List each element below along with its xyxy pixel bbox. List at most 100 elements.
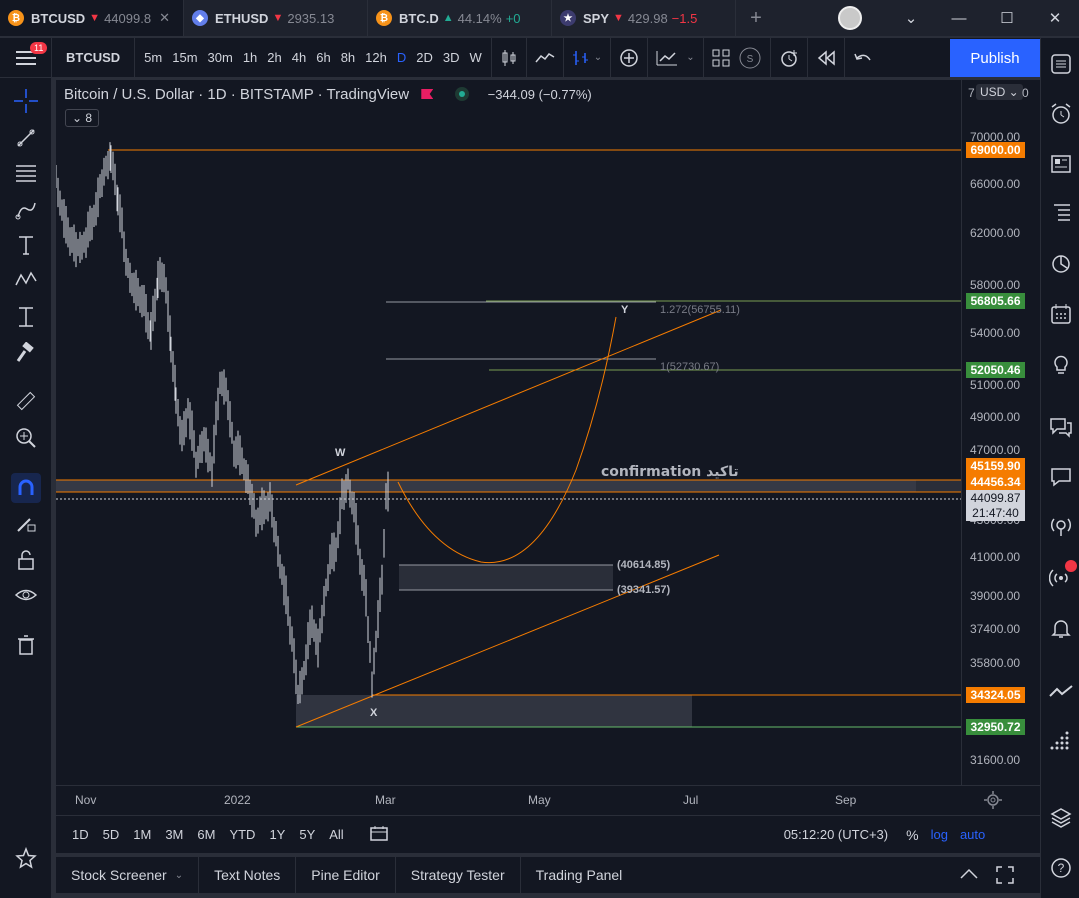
main-menu-button[interactable]: 11 (0, 37, 52, 78)
new-tab-plus-icon[interactable]: + (736, 7, 776, 30)
notifications-bell-icon[interactable] (1047, 614, 1075, 642)
interval-6h[interactable]: 6h (311, 50, 335, 65)
tab-pine-editor[interactable]: Pine Editor (296, 857, 396, 893)
hammer-icon[interactable] (11, 338, 41, 368)
symbol-search-button[interactable]: BTCUSD (52, 37, 136, 78)
percent-toggle[interactable]: % (906, 827, 918, 843)
range-1m[interactable]: 1M (133, 827, 151, 842)
crosshair-icon[interactable] (11, 86, 41, 116)
lock-draw-icon[interactable] (11, 508, 41, 538)
layout-grid-icon[interactable]: S (704, 37, 771, 78)
avatar[interactable] (838, 6, 862, 30)
tab-btcusd[interactable]: ₿ BTCUSD ▼ 44099.8 ✕ (0, 0, 184, 36)
market-trend-icon[interactable] (1047, 678, 1075, 706)
magnet-icon[interactable] (11, 473, 41, 503)
tab-ethusd[interactable]: ◆ ETHUSD ▼ 2935.13 (184, 0, 368, 36)
tab-spy[interactable]: ★ SPY ▼ 429.98 −1.5 (552, 0, 736, 36)
trash-icon[interactable] (11, 630, 41, 660)
replay-icon[interactable] (808, 37, 845, 78)
close-window-icon[interactable]: ✕ (1031, 9, 1079, 27)
maximize-icon[interactable]: ☐ (983, 9, 1031, 27)
range-5y[interactable]: 5Y (299, 827, 315, 842)
watchlist-icon[interactable] (1047, 50, 1075, 78)
chevron-down-icon[interactable]: ⌄ (175, 870, 183, 881)
tab-label: Stock Screener (71, 867, 167, 883)
time-scale[interactable]: Nov 2022 Mar May Jul Sep (56, 785, 1040, 815)
range-5d[interactable]: 5D (103, 827, 120, 842)
publish-button[interactable]: Publish (950, 39, 1040, 77)
favorites-star-icon[interactable] (11, 843, 41, 873)
ideas-lightbulb-icon[interactable] (1047, 350, 1075, 378)
eye-icon[interactable] (11, 580, 41, 610)
maximize-panel-icon[interactable] (996, 866, 1014, 889)
log-toggle[interactable]: log (931, 827, 948, 842)
range-ytd[interactable]: YTD (229, 827, 255, 842)
interval-w[interactable]: W (465, 50, 487, 65)
ruler-icon[interactable] (11, 386, 41, 416)
interval-2d[interactable]: 2D (411, 50, 438, 65)
hotlists-icon[interactable] (1047, 250, 1075, 278)
drawing-toolbar (0, 78, 52, 898)
undo-icon[interactable] (845, 38, 881, 78)
candles-style-icon[interactable] (492, 37, 527, 78)
calendar-icon[interactable] (1047, 300, 1075, 328)
alarm-clock-icon[interactable] (1047, 100, 1075, 128)
range-all[interactable]: All (329, 827, 343, 842)
currency-selector[interactable]: USD ⌄ (976, 84, 1023, 100)
settings-gear-icon[interactable] (984, 791, 1002, 809)
indicators-toggle[interactable]: ⌄ 8 (65, 109, 100, 127)
chart-legend[interactable]: Bitcoin / U.S. Dollar · 1D · BITSTAMP · … (64, 86, 592, 103)
interval-3d[interactable]: 3D (438, 50, 465, 65)
interval-4h[interactable]: 4h (287, 50, 311, 65)
interval-30m[interactable]: 30m (203, 50, 238, 65)
date-range-calendar-icon[interactable] (369, 825, 388, 844)
interval-5m[interactable]: 5m (139, 50, 167, 65)
tab-btc-dominance[interactable]: ₿ BTC.D ▲ 44.14% +0 (368, 0, 552, 36)
minimize-icon[interactable]: — (935, 10, 983, 27)
bar-style-icon[interactable]: ⌄ (564, 37, 612, 78)
data-window-icon[interactable] (1047, 198, 1075, 226)
news-icon[interactable] (1047, 150, 1075, 178)
brush-icon[interactable] (11, 195, 41, 225)
close-tab-icon[interactable]: ✕ (159, 10, 170, 26)
fib-retracement-icon[interactable] (11, 158, 41, 188)
interval-1h[interactable]: 1h (238, 50, 262, 65)
interval-d[interactable]: D (392, 50, 411, 65)
dropdown-chevron-icon[interactable]: ⌄ (887, 9, 935, 27)
line-style-icon[interactable] (527, 37, 564, 78)
interval-15m[interactable]: 15m (167, 50, 202, 65)
interval-12h[interactable]: 12h (360, 50, 392, 65)
flag-icon[interactable] (421, 89, 434, 99)
clock-timezone[interactable]: 05:12:20 (UTC+3) (784, 827, 888, 842)
streams-icon[interactable] (1047, 513, 1075, 541)
range-3m[interactable]: 3M (165, 827, 183, 842)
range-1d[interactable]: 1D (72, 827, 89, 842)
text-tool-icon[interactable] (11, 230, 41, 260)
tab-trading-panel[interactable]: Trading Panel (521, 857, 638, 893)
collapse-panel-chevron-up-icon[interactable] (960, 867, 978, 885)
unlock-icon[interactable] (11, 545, 41, 575)
auto-toggle[interactable]: auto (960, 827, 985, 842)
chart-pane[interactable]: W X Y confirmation تاکید 1.272(56755.11)… (56, 80, 961, 785)
range-6m[interactable]: 6M (197, 827, 215, 842)
snapshot-icon[interactable]: S (738, 46, 762, 70)
measure-prediction-icon[interactable] (11, 302, 41, 332)
zoom-in-icon[interactable] (11, 423, 41, 453)
tab-strategy-tester[interactable]: Strategy Tester (396, 857, 521, 893)
pattern-icon[interactable] (11, 265, 41, 295)
indicators-plus-icon[interactable] (611, 37, 649, 78)
interval-8h[interactable]: 8h (336, 50, 360, 65)
alert-clock-icon[interactable] (771, 37, 808, 78)
chats-icon[interactable] (1047, 413, 1075, 441)
range-1y[interactable]: 1Y (269, 827, 285, 842)
dots-pattern-icon[interactable] (1047, 726, 1075, 754)
templates-icon[interactable]: ⌄ (648, 37, 704, 78)
trend-line-icon[interactable] (11, 123, 41, 153)
messages-icon[interactable] (1047, 463, 1075, 491)
interval-2h[interactable]: 2h (262, 50, 286, 65)
tab-text-notes[interactable]: Text Notes (199, 857, 297, 893)
help-icon[interactable]: ? (1047, 854, 1075, 882)
price-scale[interactable]: 7 USD ⌄ 0 70000.00 66000.00 62000.00 58000.… (961, 80, 1040, 785)
layers-icon[interactable] (1047, 804, 1075, 832)
tab-stock-screener[interactable]: Stock Screener ⌄ (56, 857, 200, 893)
